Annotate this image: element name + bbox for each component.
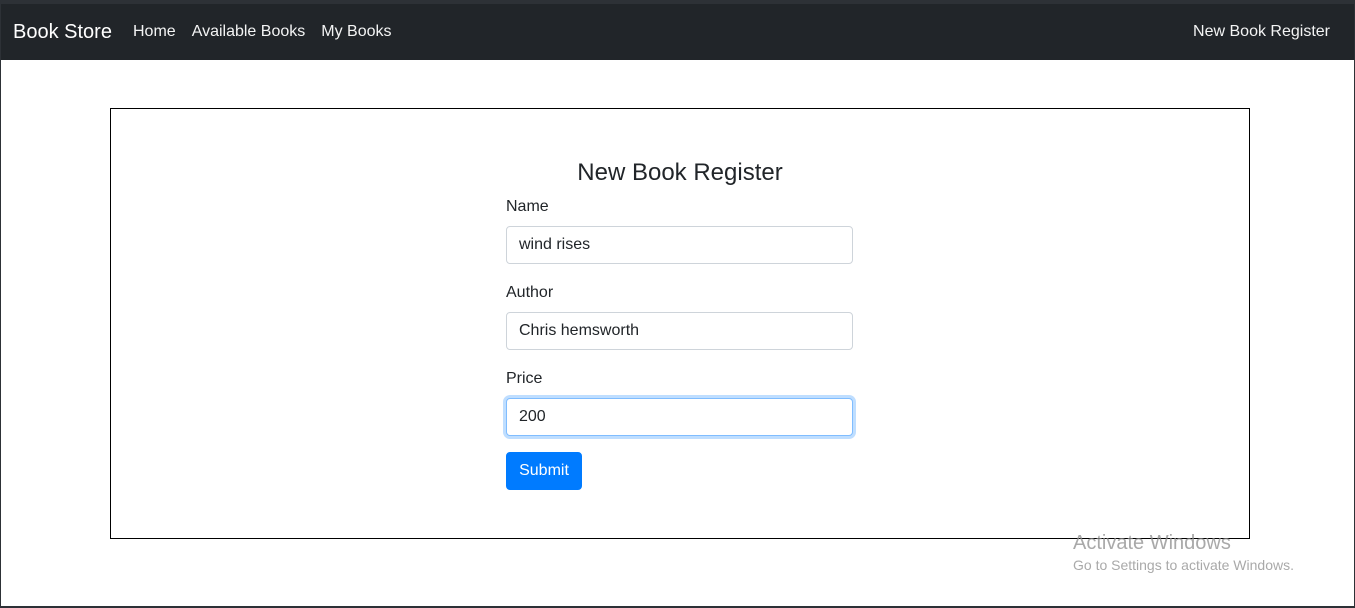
- price-label: Price: [506, 370, 543, 387]
- price-input[interactable]: [506, 398, 853, 436]
- author-label: Author: [506, 284, 554, 301]
- activate-windows-subtitle: Go to Settings to activate Windows.: [1073, 557, 1294, 573]
- nav-link-new-book-register[interactable]: New Book Register: [1193, 22, 1330, 42]
- nav-link-available-books[interactable]: Available Books: [192, 22, 306, 42]
- submit-button[interactable]: Submit: [506, 452, 582, 490]
- nav-link-home[interactable]: Home: [133, 22, 176, 42]
- author-input[interactable]: [506, 312, 853, 350]
- activate-windows-title: Activate Windows: [1073, 532, 1231, 554]
- nav-link-my-books[interactable]: My Books: [321, 22, 391, 42]
- name-input[interactable]: [506, 226, 853, 264]
- brand-link[interactable]: Book Store: [13, 20, 112, 45]
- top-navbar: Book Store Home Available Books My Books…: [0, 4, 1355, 60]
- nav-links: Home Available Books My Books: [133, 22, 408, 42]
- form-title: New Book Register: [577, 159, 783, 186]
- name-label: Name: [506, 198, 549, 215]
